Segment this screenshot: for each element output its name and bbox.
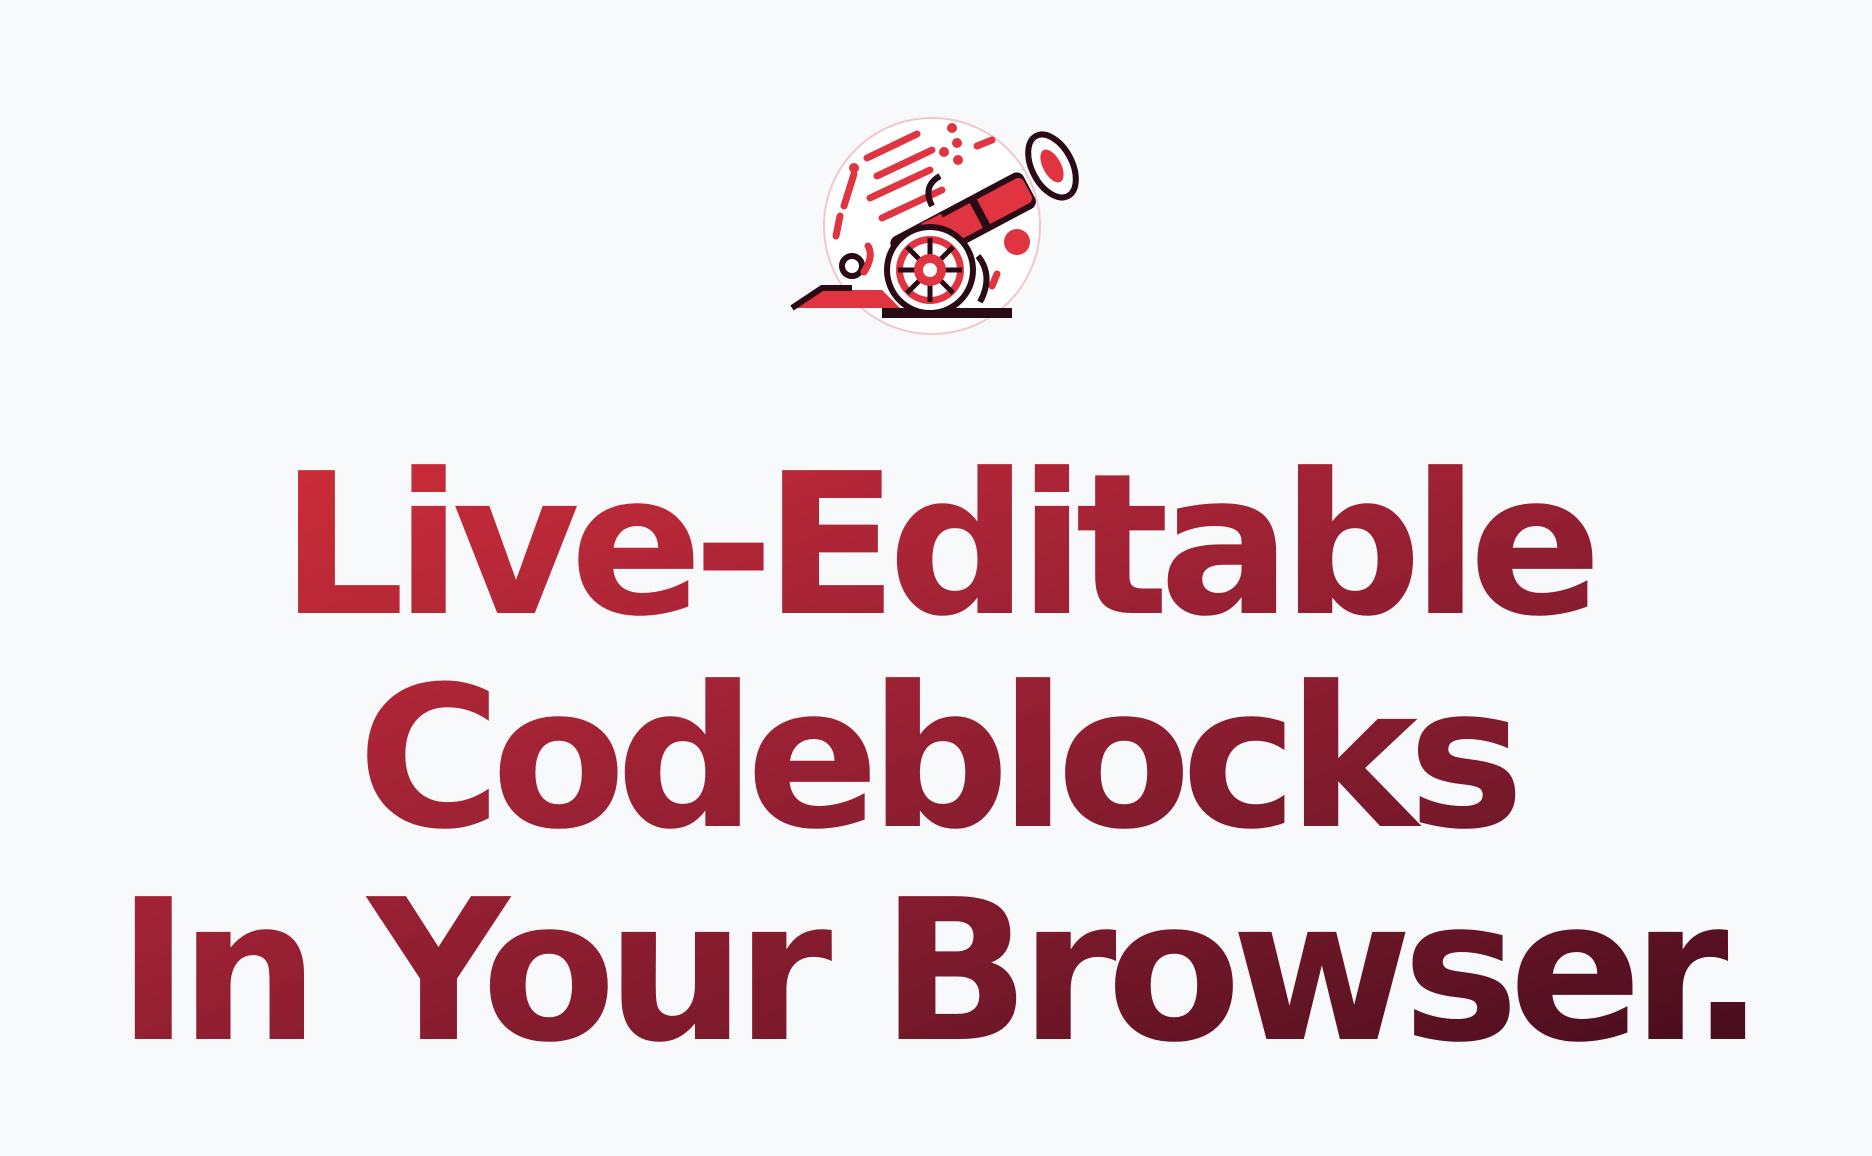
headline-line-2: Codeblocks [357,645,1515,873]
hero-headline: Live-Editable Codeblocks In Your Browser… [0,440,1872,1079]
cannon-logo-icon [790,117,1079,335]
headline-line-3: In Your Browser. [116,858,1756,1086]
headline-line-1: Live-Editable [280,432,1592,660]
hero-section: Live-Editable Codeblocks In Your Browser… [0,0,1872,1156]
